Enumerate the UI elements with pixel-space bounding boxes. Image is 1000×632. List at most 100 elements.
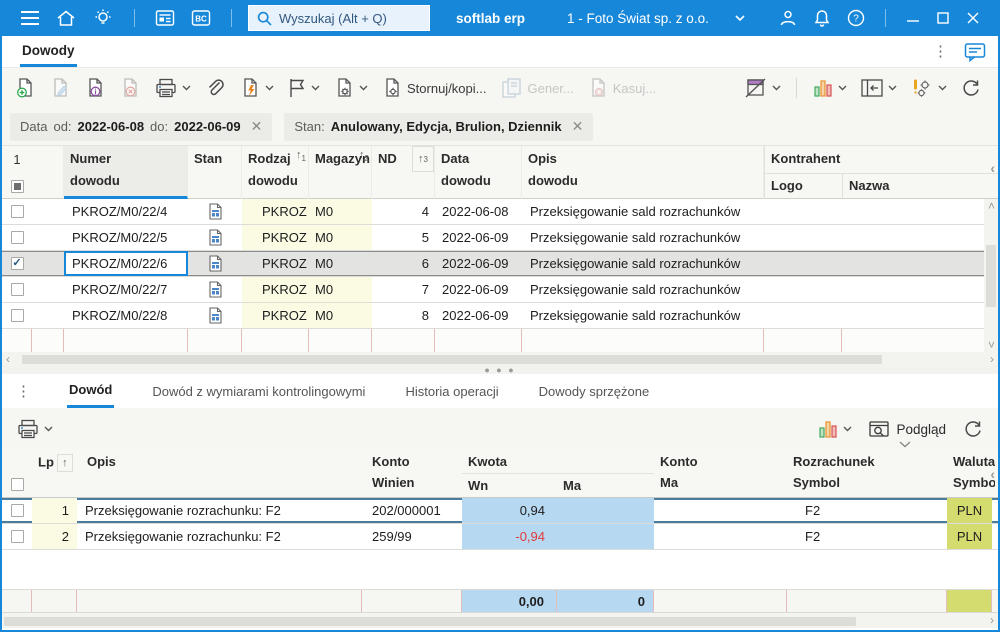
column-header-ma[interactable]: Ma <box>557 474 654 497</box>
collapse-columns-icon[interactable]: ‹ <box>990 160 995 176</box>
notes-panel-icon[interactable] <box>964 42 986 62</box>
row-checkbox[interactable] <box>2 524 32 549</box>
remove-filter-icon[interactable]: ✕ <box>251 118 263 135</box>
column-header-data-dowodu[interactable]: Data dowodu <box>435 146 522 199</box>
filter-chip-data[interactable]: Data od: 2022-06-08 do: 2022-06-09 ✕ <box>10 113 272 141</box>
column-header-opis[interactable]: Opis <box>77 450 362 474</box>
detail-more-options-icon[interactable]: ⋮ <box>16 374 31 408</box>
detail-chart-view-button[interactable] <box>815 416 854 442</box>
chart-view-button[interactable] <box>810 75 849 101</box>
row-checkbox[interactable] <box>2 251 32 276</box>
splitter-handle[interactable]: ● ● ● <box>2 366 998 374</box>
stornuj-kopiuj-button[interactable]: Stornuj/kopi... <box>379 75 489 101</box>
edit-document-button[interactable] <box>47 75 73 101</box>
detail-row-selected[interactable]: 1 Przeksięgowanie rozrachunku: F2 202/00… <box>2 498 998 524</box>
layout-filter-button[interactable] <box>742 75 783 101</box>
print-button[interactable] <box>152 75 193 101</box>
tab-historia-operacji[interactable]: Historia operacji <box>403 374 500 408</box>
column-header-rodzaj-dowodu[interactable]: Rodzaj dowodu ↑1 <box>242 146 309 199</box>
cell-logo <box>764 199 842 224</box>
main-vertical-scrollbar[interactable]: ˄ ˅ <box>984 199 998 352</box>
column-header-nazwa[interactable]: Nazwa <box>842 173 998 199</box>
row-checkbox[interactable] <box>2 199 32 224</box>
tab-dowody[interactable]: Dowody <box>20 36 77 67</box>
hamburger-menu-icon[interactable] <box>20 10 40 26</box>
scroll-up-icon[interactable]: ˄ <box>988 199 995 213</box>
side-panel-button[interactable] <box>858 76 899 100</box>
icon-column-header <box>32 146 64 199</box>
detail-refresh-button[interactable] <box>960 416 986 442</box>
column-group-kontrahent[interactable]: Kontrahent <box>764 146 998 173</box>
column-header-logo[interactable]: Logo <box>764 173 842 199</box>
scrollbar-thumb[interactable] <box>22 355 882 364</box>
table-row-selected[interactable]: PKROZ/M0/22/6 PKROZ M0 6 2022-06-09 Prze… <box>2 251 998 277</box>
column-header-rozrachunek[interactable]: Rozrachunek Symbol <box>787 450 947 497</box>
cell-nazwa <box>842 199 985 224</box>
detail-print-button[interactable] <box>14 416 55 442</box>
filter-chip-stan[interactable]: Stan: Anulowany, Edycja, Brulion, Dzienn… <box>284 113 593 141</box>
select-all-checkbox[interactable] <box>2 173 32 199</box>
refresh-button[interactable] <box>958 75 984 101</box>
company-selector[interactable]: 1 - Foto Świat sp. z o.o. <box>567 11 745 26</box>
column-header-konto-winien[interactable]: Konto Winien <box>362 450 462 497</box>
table-row[interactable]: PKROZ/M0/22/7 PKROZ M0 7 2022-06-09 Prze… <box>2 277 998 303</box>
run-settings-button[interactable] <box>908 75 949 101</box>
preview-window-icon <box>868 419 890 439</box>
document-settings-button[interactable] <box>331 75 370 101</box>
scroll-right-icon[interactable]: › <box>990 352 994 366</box>
column-header-wn[interactable]: Wn <box>462 474 557 497</box>
document-info-button[interactable]: i <box>82 75 108 101</box>
home-icon[interactable] <box>56 9 76 27</box>
row-checkbox[interactable] <box>2 277 32 302</box>
remove-filter-icon[interactable]: ✕ <box>572 118 584 135</box>
column-header-lp[interactable]: Lp↑ <box>32 450 77 474</box>
add-document-button[interactable] <box>12 75 38 101</box>
collapse-panel-handle[interactable] <box>888 441 922 450</box>
tab-dowody-sprzezone[interactable]: Dowody sprzężone <box>537 374 652 408</box>
column-header-konto-ma[interactable]: Konto Ma <box>654 450 787 497</box>
row-checkbox[interactable] <box>2 225 32 250</box>
detail-row[interactable]: 2 Przeksięgowanie rozrachunku: F2 259/99… <box>2 524 998 550</box>
scroll-down-icon[interactable]: ˅ <box>988 338 995 352</box>
column-group-kwota[interactable]: Kwota <box>462 450 654 474</box>
attachments-button[interactable] <box>202 75 228 101</box>
table-row[interactable]: PKROZ/M0/22/8 PKROZ M0 8 2022-06-09 Prze… <box>2 303 998 329</box>
main-table-filter-row[interactable] <box>2 329 998 352</box>
detail-select-all-checkbox[interactable] <box>2 450 32 497</box>
search-input[interactable]: Wyszukaj (Alt + Q) <box>248 5 430 31</box>
scrollbar-thumb[interactable] <box>4 617 856 626</box>
table-row[interactable]: PKROZ/M0/22/4 PKROZ M0 4 2022-06-08 Prze… <box>2 199 998 225</box>
close-button[interactable] <box>958 4 988 32</box>
kasuj-button[interactable]: Kasuj... <box>585 75 658 101</box>
flag-button[interactable] <box>285 75 322 101</box>
tab-dowod-z-wymiarami[interactable]: Dowód z wymiarami kontrolingowymi <box>150 374 367 408</box>
scroll-right-icon[interactable]: › <box>990 613 994 628</box>
scrollbar-thumb[interactable] <box>986 245 996 307</box>
detail-collapse-columns-icon[interactable]: ‹ <box>990 466 995 482</box>
table-row[interactable]: PKROZ/M0/22/5 PKROZ M0 5 2022-06-09 Prze… <box>2 225 998 251</box>
detail-horizontal-scrollbar[interactable]: › <box>2 613 998 628</box>
scroll-left-icon[interactable]: ‹ <box>6 352 10 366</box>
main-horizontal-scrollbar[interactable]: ‹ › <box>2 352 998 366</box>
row-checkbox[interactable] <box>2 303 32 328</box>
column-header-numer-dowodu[interactable]: Numer dowodu <box>64 146 188 199</box>
column-header-magazyn[interactable]: Magazyn ↑2 <box>309 146 372 199</box>
user-icon[interactable] <box>779 9 797 27</box>
news-icon[interactable] <box>155 9 175 27</box>
bc-module-icon[interactable]: BC <box>191 9 211 27</box>
column-header-stan[interactable]: Stan <box>188 146 242 199</box>
document-actions-button[interactable] <box>237 75 276 101</box>
lightbulb-icon[interactable] <box>92 8 114 28</box>
column-header-opis-dowodu[interactable]: Opis dowodu <box>522 146 764 199</box>
delete-document-button[interactable] <box>117 75 143 101</box>
more-options-icon[interactable]: ⋮ <box>933 44 948 59</box>
minimize-button[interactable] <box>898 4 928 32</box>
generuj-button[interactable]: Gener... <box>498 75 576 101</box>
row-checkbox[interactable] <box>2 498 32 523</box>
maximize-button[interactable] <box>928 4 958 32</box>
notifications-bell-icon[interactable] <box>813 9 831 27</box>
podglad-button[interactable]: Podgląd <box>868 419 946 439</box>
column-header-nd[interactable]: ND ↑3 <box>372 146 435 199</box>
help-icon[interactable]: ? <box>847 9 865 27</box>
tab-dowod[interactable]: Dowód <box>67 374 114 408</box>
